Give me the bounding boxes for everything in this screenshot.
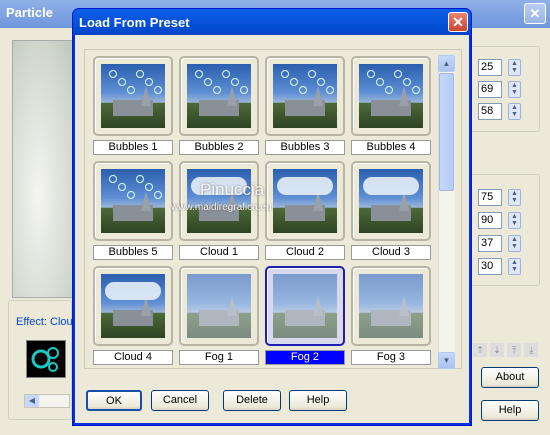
spin-value-field[interactable]: 69 xyxy=(478,81,502,98)
spin-arrows-icon[interactable]: ▲ ▼ xyxy=(508,258,521,275)
spin-value-field[interactable]: 58 xyxy=(478,103,502,120)
preset-image xyxy=(359,64,423,128)
delete-button[interactable]: Delete xyxy=(223,390,281,411)
spin-arrows-icon[interactable]: ▲ ▼ xyxy=(508,81,521,98)
preset-grid: Bubbles 1 Bubbles 2 Bubbles 3 Bubbles 4 Bubb… xyxy=(84,49,462,369)
preset-label[interactable]: Bubbles 4 xyxy=(351,140,431,155)
watermark-url: www.maidiregrafica.eu xyxy=(171,202,272,213)
preset-image xyxy=(187,169,251,233)
spin-arrows-icon[interactable]: ▲ ▼ xyxy=(508,235,521,252)
scroll-down-icon[interactable]: ▼ xyxy=(438,352,455,369)
cancel-button[interactable]: Cancel xyxy=(151,390,209,411)
arrange-buttons: ⇡ ⇣ ⤒ ⤓ xyxy=(473,343,539,357)
spin-arrows-icon[interactable]: ▲ ▼ xyxy=(508,189,521,206)
preset-label[interactable]: Cloud 1 xyxy=(179,245,259,260)
preset-image xyxy=(359,274,423,338)
preset-label[interactable]: Cloud 4 xyxy=(93,350,173,365)
preset-thumbnail[interactable] xyxy=(179,266,259,346)
preset-thumbnail[interactable] xyxy=(179,56,259,136)
preset-label[interactable]: Bubbles 5 xyxy=(93,245,173,260)
help-button[interactable]: Help xyxy=(289,390,347,411)
preset-thumbnail[interactable] xyxy=(265,161,345,241)
preset-label[interactable]: Bubbles 1 xyxy=(93,140,173,155)
spin-value-field[interactable]: 37 xyxy=(478,235,502,252)
help-button-bg[interactable]: Help xyxy=(481,400,539,421)
spin-value-field[interactable]: 30 xyxy=(478,258,502,275)
preset-thumbnail[interactable] xyxy=(265,266,345,346)
spin-value-field[interactable]: 75 xyxy=(478,189,502,206)
preset-thumbnail[interactable] xyxy=(351,266,431,346)
dialog-close-button[interactable]: ✕ xyxy=(448,12,468,32)
move-up-icon[interactable]: ⇡ xyxy=(473,343,487,357)
preview-panel xyxy=(12,40,78,298)
preset-image xyxy=(273,274,337,338)
preset-image xyxy=(187,64,251,128)
move-down-icon[interactable]: ⇣ xyxy=(490,343,505,357)
preset-thumbnail[interactable] xyxy=(93,56,173,136)
scroll-up-icon[interactable]: ▲ xyxy=(438,55,455,72)
preset-thumbnail[interactable] xyxy=(179,161,259,241)
preset-label[interactable]: Cloud 3 xyxy=(351,245,431,260)
preset-label[interactable]: Bubbles 2 xyxy=(179,140,259,155)
spin-arrows-icon[interactable]: ▲ ▼ xyxy=(508,59,521,76)
spin-arrows-icon[interactable]: ▲ ▼ xyxy=(508,212,521,229)
preset-thumbnail[interactable] xyxy=(93,161,173,241)
scroll-left-icon[interactable]: ◀ xyxy=(25,395,39,407)
preset-image xyxy=(101,169,165,233)
preset-thumbnail[interactable] xyxy=(351,161,431,241)
preset-label[interactable]: Bubbles 3 xyxy=(265,140,345,155)
move-bottom-icon[interactable]: ⤓ xyxy=(524,343,539,357)
spin-value-field[interactable]: 90 xyxy=(478,212,502,229)
dialog-title: Load From Preset xyxy=(73,9,471,35)
preset-image xyxy=(273,169,337,233)
preset-thumbnail[interactable] xyxy=(265,56,345,136)
preset-label[interactable]: Fog 2 xyxy=(265,350,345,365)
about-button[interactable]: About xyxy=(481,367,539,388)
particle-close-button[interactable]: ✕ xyxy=(524,3,546,24)
preset-image xyxy=(101,274,165,338)
preset-image xyxy=(359,169,423,233)
scroll-thumb[interactable] xyxy=(439,73,454,191)
watermark-title: Pinuccia xyxy=(200,180,265,199)
spin-value-field[interactable]: 25 xyxy=(478,59,502,76)
preset-image xyxy=(273,64,337,128)
effect-scrollbar[interactable]: ◀ xyxy=(24,394,70,408)
bubbles-effect-icon[interactable] xyxy=(26,340,66,378)
ok-button[interactable]: OK xyxy=(86,390,142,411)
preset-thumbnail[interactable] xyxy=(351,56,431,136)
preset-label[interactable]: Cloud 2 xyxy=(265,245,345,260)
preset-image xyxy=(101,64,165,128)
move-top-icon[interactable]: ⤒ xyxy=(507,343,522,357)
preset-image xyxy=(187,274,251,338)
spin-arrows-icon[interactable]: ▲ ▼ xyxy=(508,103,521,120)
preset-thumbnail[interactable] xyxy=(93,266,173,346)
preset-label[interactable]: Fog 1 xyxy=(179,350,259,365)
preset-label[interactable]: Fog 3 xyxy=(351,350,431,365)
